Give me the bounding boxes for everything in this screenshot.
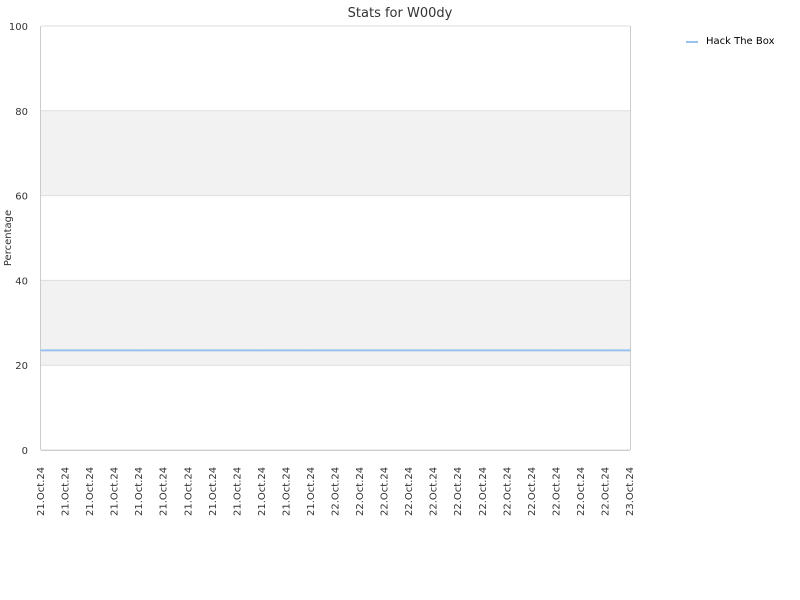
x-tick-label: 22.Oct.24 bbox=[576, 467, 587, 516]
data-point bbox=[531, 349, 533, 352]
legend: Hack The Box bbox=[686, 36, 775, 47]
data-point bbox=[162, 349, 165, 352]
plot-bands bbox=[41, 110, 630, 366]
data-point bbox=[64, 349, 67, 352]
data-point bbox=[359, 349, 361, 352]
data-point bbox=[604, 349, 607, 352]
x-tick-label: 22.Oct.24 bbox=[404, 467, 415, 516]
plot-band bbox=[41, 110, 630, 196]
x-tick-label: 23.Oct.24 bbox=[625, 467, 636, 516]
x-tick-label: 22.Oct.24 bbox=[380, 467, 391, 516]
data-point bbox=[138, 349, 140, 352]
y-tick-label: 0 bbox=[22, 446, 28, 457]
data-point bbox=[457, 349, 460, 352]
x-tick-label: 22.Oct.24 bbox=[453, 467, 464, 516]
data-point bbox=[236, 349, 239, 352]
data-point bbox=[40, 349, 42, 352]
x-tick-label: 21.Oct.24 bbox=[183, 467, 194, 516]
y-axis-label: Percentage bbox=[3, 210, 14, 266]
x-tick-label: 22.Oct.24 bbox=[600, 467, 611, 516]
x-tick-label: 21.Oct.24 bbox=[208, 467, 219, 516]
y-tick-label: 80 bbox=[15, 107, 28, 118]
data-point bbox=[555, 349, 558, 352]
x-tick-label: 21.Oct.24 bbox=[134, 467, 145, 516]
x-tick-label: 21.Oct.24 bbox=[61, 467, 72, 516]
x-tick-label: 22.Oct.24 bbox=[331, 467, 342, 516]
data-point bbox=[187, 349, 190, 352]
axes bbox=[40, 26, 631, 451]
x-tick-label: 21.Oct.24 bbox=[36, 467, 47, 516]
x-tick-label: 22.Oct.24 bbox=[527, 467, 538, 516]
data-point bbox=[432, 349, 435, 352]
x-tick-label: 22.Oct.24 bbox=[429, 467, 440, 516]
x-tick-label: 21.Oct.24 bbox=[110, 467, 121, 516]
data-point bbox=[580, 349, 582, 352]
chart-title: Stats for W00dy bbox=[348, 6, 453, 21]
data-point bbox=[408, 349, 410, 352]
x-tick-label: 22.Oct.24 bbox=[478, 467, 489, 516]
data-point bbox=[383, 349, 386, 352]
x-tick-label: 22.Oct.24 bbox=[551, 467, 562, 516]
chart: 020406080100 21.Oct.24 21.Oct.24 21.Oct.24… bbox=[3, 6, 775, 516]
y-tick-label: 40 bbox=[15, 276, 28, 287]
data-point bbox=[261, 349, 263, 352]
x-tick-label: 22.Oct.24 bbox=[502, 467, 513, 516]
series-lines bbox=[40, 349, 631, 352]
data-point bbox=[113, 349, 116, 352]
gridlines bbox=[41, 25, 630, 451]
y-tick-label: 60 bbox=[15, 192, 28, 203]
data-point bbox=[89, 349, 91, 352]
x-tick-label: 21.Oct.24 bbox=[232, 467, 243, 516]
x-tick-label: 22.Oct.24 bbox=[355, 467, 366, 516]
data-point bbox=[310, 349, 312, 352]
data-point bbox=[334, 349, 337, 352]
x-tick-label: 21.Oct.24 bbox=[306, 467, 317, 516]
data-point bbox=[506, 349, 509, 352]
legend-label-hack-the-box[interactable]: Hack The Box bbox=[706, 36, 775, 47]
x-tick-labels: 21.Oct.24 21.Oct.24 21.Oct.24 21.Oct.24 21.O… bbox=[36, 467, 636, 516]
plot-band bbox=[41, 280, 630, 366]
x-tick-label: 21.Oct.24 bbox=[257, 467, 268, 516]
data-point bbox=[211, 349, 214, 352]
x-tick-label: 21.Oct.24 bbox=[159, 467, 170, 516]
data-point bbox=[481, 349, 484, 352]
x-tick-label: 21.Oct.24 bbox=[281, 467, 292, 516]
y-tick-label: 100 bbox=[9, 22, 28, 33]
data-point bbox=[285, 349, 288, 352]
y-tick-label: 20 bbox=[15, 361, 28, 372]
data-point bbox=[629, 349, 631, 352]
x-tick-label: 21.Oct.24 bbox=[85, 467, 96, 516]
